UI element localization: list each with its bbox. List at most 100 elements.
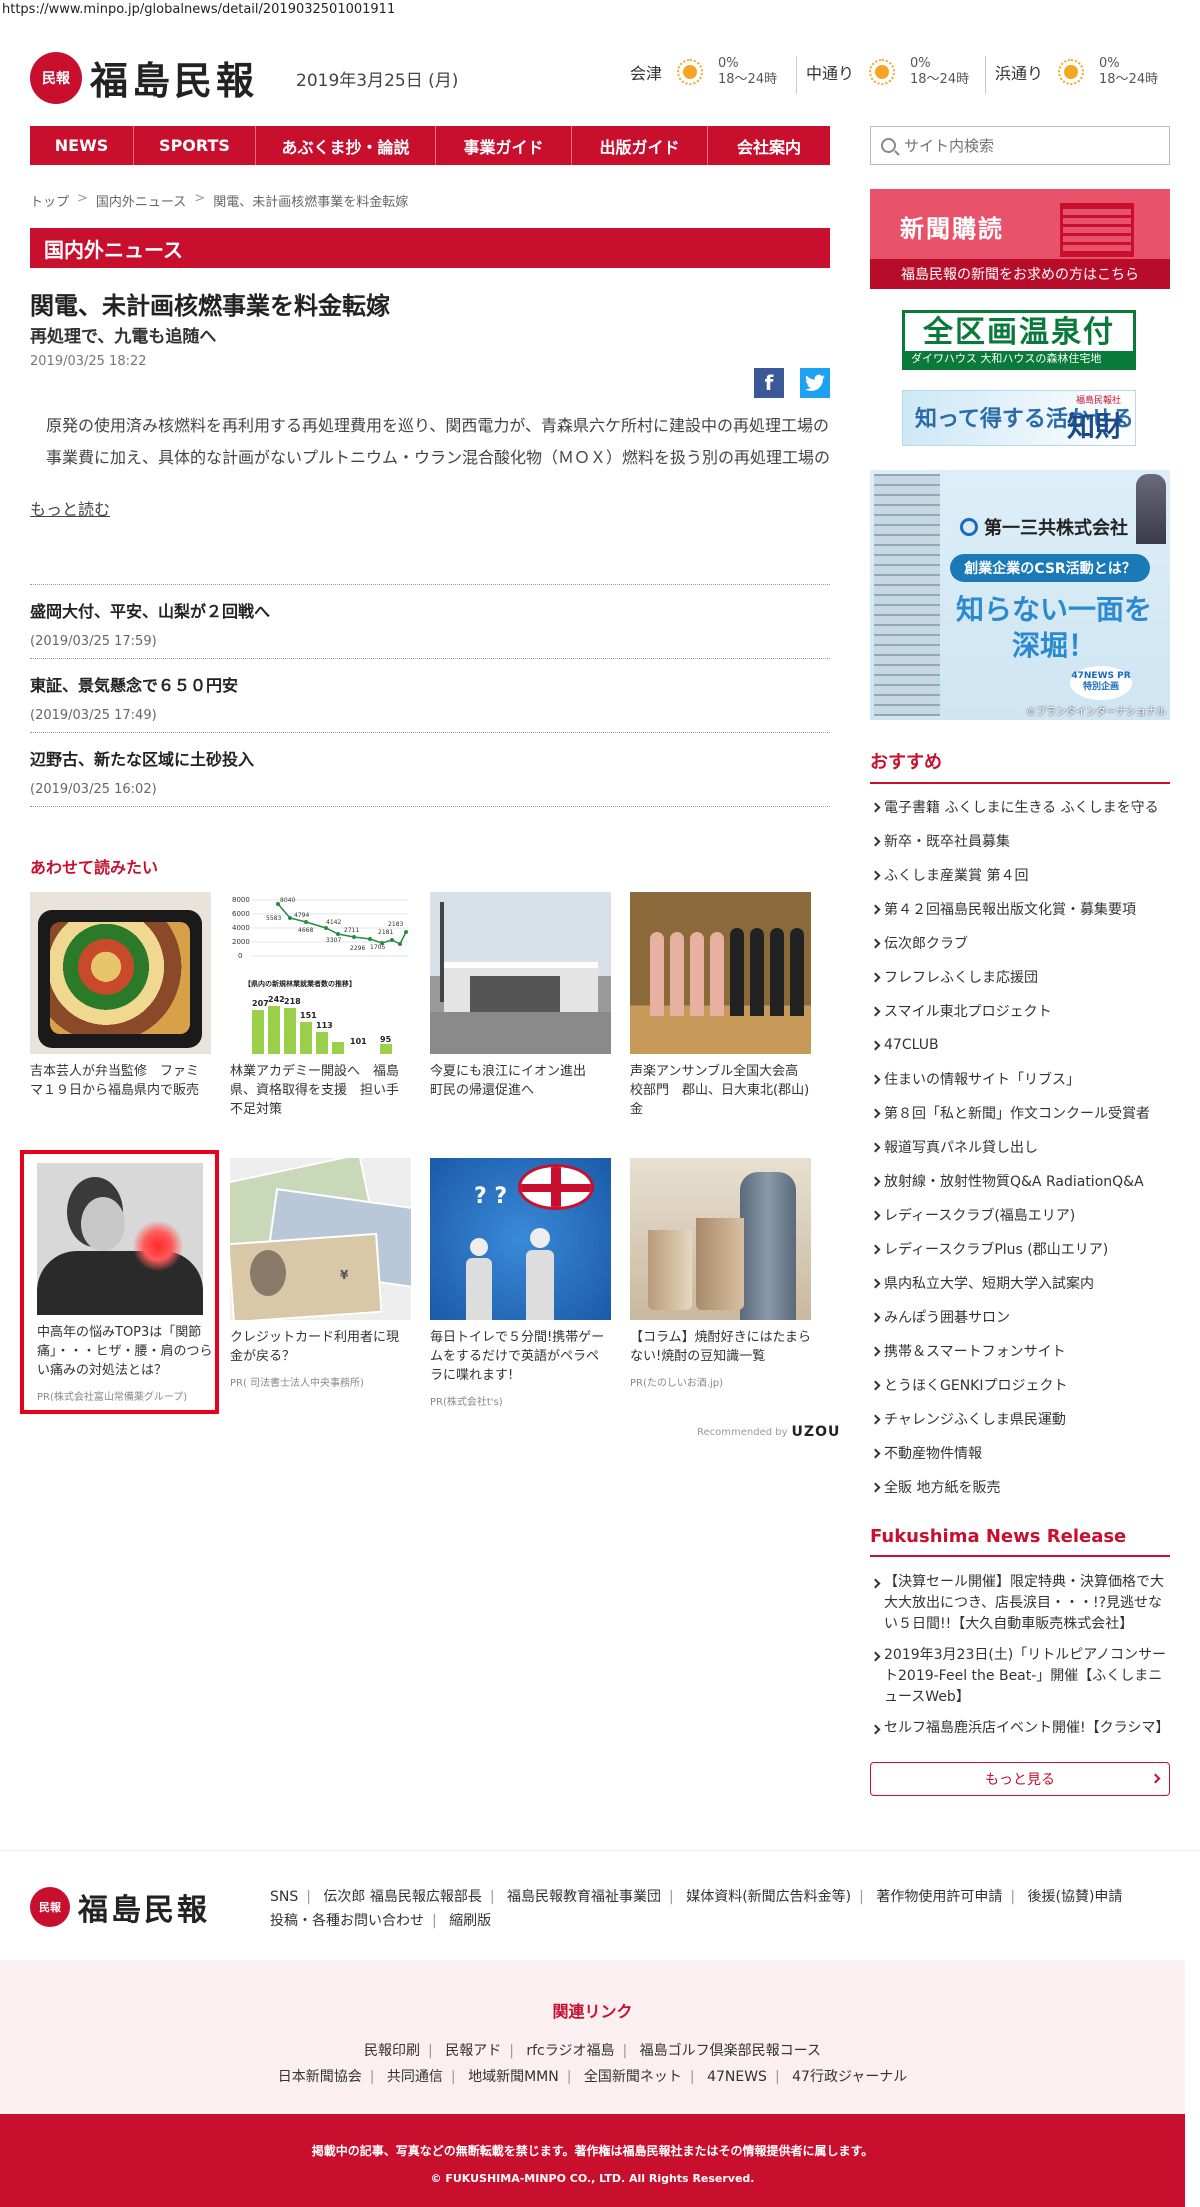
recommend-item[interactable]: 第４２回福島民報出版文化賞・募集要項: [870, 892, 1170, 926]
breadcrumb-current: 関電、未計画核燃事業を料金転嫁: [213, 195, 409, 210]
breadcrumb-top[interactable]: トップ: [30, 191, 69, 210]
ad-badge: 47NEWS PR特別企画: [1070, 666, 1132, 700]
related-link[interactable]: rfcラジオ福島: [526, 2043, 614, 2059]
svg-text:0: 0: [238, 952, 242, 960]
recommend-item[interactable]: ふくしま産業賞 第４回: [870, 858, 1170, 892]
site-search[interactable]: [870, 126, 1170, 165]
header-date: 2019年3月25日 (月): [296, 71, 459, 91]
footer-link[interactable]: 後援(協賛)申請: [1028, 1889, 1123, 1905]
article-date: 2019/03/25 18:22: [30, 354, 147, 369]
news-list-item[interactable]: 盛岡大付、平安、山梨が２回戦へ (2019/03/25 17:59): [30, 598, 830, 649]
recommend-item[interactable]: チャレンジふくしま県民運動: [870, 1402, 1170, 1436]
related-link[interactable]: 日本新聞協会: [278, 2069, 362, 2085]
recommend-item[interactable]: 不動産物件情報: [870, 1436, 1170, 1470]
related-card[interactable]: 声楽アンサンブル全国大会高校部門 郡山、日大東北(郡山)金: [630, 892, 811, 1119]
recommend-item[interactable]: 第８回「私と新聞」作文コンクール受賞者: [870, 1096, 1170, 1130]
ip-ad-banner[interactable]: 福島民報社 知って得する活かせる 知財: [902, 390, 1136, 446]
site-logo[interactable]: 民報 福島民報: [30, 50, 258, 105]
recommend-item[interactable]: とうほくGENKIプロジェクト: [870, 1368, 1170, 1402]
nav-company[interactable]: 会社案内: [708, 126, 830, 165]
chart-value: 2296: [350, 945, 365, 952]
breadcrumb-category[interactable]: 国内外ニュース: [96, 191, 186, 210]
related-card-pr[interactable]: ¥ クレジットカード利用者に現金が戻る？ PR( 司法書士法人中央事務所): [230, 1158, 411, 1389]
facebook-share-button[interactable]: f: [754, 368, 784, 398]
divider: [30, 658, 830, 659]
related-card-pr[interactable]: ? ? 毎日トイレで５分間!携帯ゲームをするだけで英語がペラペラに喋れます! P…: [430, 1158, 611, 1408]
recommended-by[interactable]: Recommended by UZOU: [697, 1424, 840, 1440]
svg-text:2000: 2000: [232, 938, 250, 946]
related-card[interactable]: 吉本芸人が弁当監修 ファミマ１９日から福島県内で販売: [30, 892, 211, 1100]
news-list-item[interactable]: 東証、景気懸念で６５０円安 (2019/03/25 17:49): [30, 672, 830, 723]
recommend-item[interactable]: 47CLUB: [870, 1028, 1170, 1062]
related-card[interactable]: 8000 6000 4000 2000 0 8040 5583 4794 4668 41…: [230, 892, 411, 1119]
recommend-item[interactable]: フレフレふくしま応援団: [870, 960, 1170, 994]
recommend-item[interactable]: 住まいの情報サイト「リブス」: [870, 1062, 1170, 1096]
related-link[interactable]: 47行政ジャーナル: [792, 2069, 907, 2085]
footer-link[interactable]: 福島民報教育福祉事業団: [507, 1889, 661, 1905]
news-list-item[interactable]: 辺野古、新たな区域に土砂投入 (2019/03/25 16:02): [30, 746, 830, 797]
footer-link[interactable]: 伝次郎 福島民報広報部長: [323, 1889, 481, 1905]
store-building-image: [430, 892, 611, 1054]
scrollbar[interactable]: [1185, 1960, 1200, 2207]
footer-links: SNS | 伝次郎 福島民報広報部長 | 福島民報教育福祉事業団 | 媒体資料(新聞広…: [270, 1889, 1123, 1929]
nav-abukuma[interactable]: あぶくま抄・論説: [256, 126, 436, 165]
subscribe-banner[interactable]: 新聞購読 福島民報の新聞をお求めの方はこちら: [870, 189, 1170, 289]
weather-region: 中通り: [806, 64, 855, 83]
recommend-item[interactable]: 県内私立大学、短期大学入試案内: [870, 1266, 1170, 1300]
breadcrumb: トップ > 国内外ニュース > 関電、未計画核燃事業を料金転嫁: [30, 191, 408, 210]
footer-link[interactable]: 縮刷版: [449, 1913, 491, 1929]
footer-link[interactable]: 媒体資料(新聞広告料金等): [686, 1889, 851, 1905]
chart-value: 2181: [378, 929, 393, 936]
news-release-item[interactable]: セルフ福島鹿浜店イベント開催!【クラシマ】: [870, 1718, 1170, 1739]
footer-link[interactable]: SNS: [270, 1889, 298, 1905]
recommend-item[interactable]: みんぽう囲碁サロン: [870, 1300, 1170, 1334]
footer-link[interactable]: 著作物使用許可申請: [876, 1889, 1002, 1905]
card-caption: 今夏にも浪江にイオン進出 町民の帰還促進へ: [430, 1064, 600, 1098]
recommend-item[interactable]: レディースクラブ(福島エリア): [870, 1198, 1170, 1232]
search-input[interactable]: [904, 136, 1154, 155]
recommend-item[interactable]: 報道写真パネル貸し出し: [870, 1130, 1170, 1164]
nav-publishing-guide[interactable]: 出版ガイド: [572, 126, 708, 165]
nav-news[interactable]: NEWS: [30, 126, 134, 165]
news-release-heading: Fukushima News Release: [870, 1526, 1170, 1557]
nav-sports[interactable]: SPORTS: [134, 126, 256, 165]
related-card-pr[interactable]: 【コラム】焼酎好きにはたまらない!焼酎の豆知識一覧 PR(たのしいお酒.jp): [630, 1158, 811, 1389]
recommend-item[interactable]: 放射線・放射性物質Q&A RadiationQ&A: [870, 1164, 1170, 1198]
onsen-ad-banner[interactable]: 全区画温泉付 ダイワハウス 大和ハウスの森林住宅地: [902, 310, 1136, 370]
recommend-item[interactable]: 携帯＆スマートフォンサイト: [870, 1334, 1170, 1368]
related-link[interactable]: 地域新聞MMN: [468, 2069, 559, 2085]
see-more-button[interactable]: もっと見る: [870, 1762, 1170, 1796]
nav-business-guide[interactable]: 事業ガイド: [436, 126, 572, 165]
news-release-item[interactable]: 【決算セール開催】限定特典・決算価格で大大大放出につき、店長涙目・・・!?見逃せ…: [870, 1572, 1170, 1635]
subscribe-title: 新聞購読: [900, 215, 1004, 243]
divider: [30, 732, 830, 733]
recommend-item[interactable]: レディースクラブPlus (郡山エリア): [870, 1232, 1170, 1266]
footer-link[interactable]: 投稿・各種お問い合わせ: [270, 1913, 424, 1929]
related-link[interactable]: 全国新聞ネット: [584, 2069, 682, 2085]
weather-time: 18〜24時: [718, 72, 778, 87]
related-link[interactable]: 民報印刷: [364, 2043, 420, 2059]
recommend-item[interactable]: 電子書籍 ふくしまに生きる ふくしまを守る: [870, 790, 1170, 824]
logo-text: 福島民報: [78, 1893, 210, 1928]
related-link[interactable]: 福島ゴルフ倶楽部民報コース: [640, 2043, 821, 2059]
weather-pct: 0%: [718, 56, 739, 71]
chart-value: 207: [252, 999, 269, 1008]
daiichi-sankyo-ad[interactable]: 第一三共株式会社 創業企業のCSR活動とは？ 知らない一面を深堀！ 47NEWS…: [870, 470, 1170, 720]
related-link[interactable]: 共同通信: [387, 2069, 443, 2085]
footer-logo[interactable]: 民報 福島民報: [30, 1885, 210, 1929]
recommend-item[interactable]: 全販 地方紙を販売: [870, 1470, 1170, 1504]
related-card[interactable]: 今夏にも浪江にイオン進出 町民の帰還促進へ: [430, 892, 611, 1100]
related-links-heading: 関連リンク: [552, 2002, 633, 2021]
related-link[interactable]: 47NEWS: [707, 2069, 767, 2085]
twitter-share-button[interactable]: [800, 368, 830, 398]
read-more-link[interactable]: もっと読む: [30, 496, 110, 520]
ad-credit: ©プランタインターナショナル: [1026, 707, 1166, 718]
card-pr: PR( 司法書士法人中央事務所): [230, 1378, 364, 1389]
article-paragraph: 事業費に加え、具体的な計画がないプルトニウム・ウラン混合酸化物（ＭＯＸ）燃料を扱…: [46, 448, 830, 467]
recommend-item[interactable]: スマイル東北プロジェクト: [870, 994, 1170, 1028]
recommend-item[interactable]: 新卒・既卒社員募集: [870, 824, 1170, 858]
news-release-item[interactable]: 2019年3月23日(土)「リトルピアノコンサート2019-Feel the B…: [870, 1645, 1170, 1708]
recommend-item[interactable]: 伝次郎クラブ: [870, 926, 1170, 960]
related-link[interactable]: 民報アド: [445, 2043, 501, 2059]
card-pr: PR(株式会社t's): [430, 1397, 503, 1408]
